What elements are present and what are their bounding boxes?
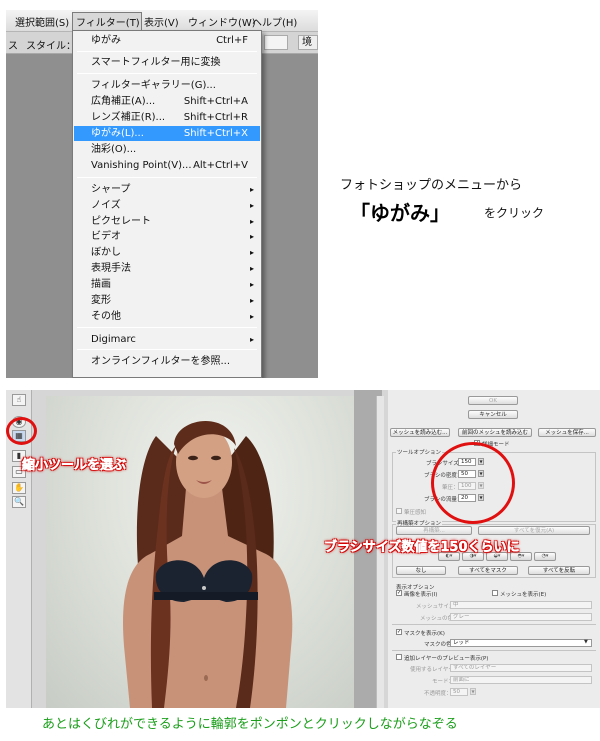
caption-top-line2: 「ゆがみ」 <box>350 201 450 225</box>
caption-top-line2-suffix: をクリック <box>484 206 545 220</box>
show-mesh-label: メッシュを表示(E) <box>500 592 547 598</box>
menu-item-liquify[interactable]: ゆがみ(L)... Shift+Ctrl+X <box>74 126 260 141</box>
menu-separator <box>77 177 257 178</box>
stylus-checkbox[interactable] <box>396 508 402 514</box>
pucker-tool-highlight-circle <box>6 417 37 445</box>
menu-window[interactable]: ウィンドウ(W) <box>188 14 256 29</box>
photoshop-window: 選択範囲(S) フィルター(T) 表示(V) ウィンドウ(W) ヘルプ(H) ス… <box>6 10 318 378</box>
mask-all-button[interactable]: すべてをマスク <box>458 566 518 575</box>
menu-item-vanishing-point[interactable]: Vanishing Point(V)... Alt+Ctrl+V <box>74 158 260 173</box>
menu-separator <box>77 349 257 350</box>
caption-bottom: あとはくびれができるように輪郭をポンポンとクリックしながらなぞる <box>42 717 458 732</box>
menu-item-digimarc[interactable]: Digimarc ▸ <box>74 332 260 347</box>
cancel-button[interactable]: キャンセル <box>468 410 518 419</box>
mask-color-dropdown-icon[interactable]: ▼ <box>584 639 588 645</box>
opacity-dropdown-icon[interactable]: ▼ <box>470 688 476 695</box>
preview-canvas[interactable] <box>46 396 354 708</box>
panel-divider <box>392 624 596 625</box>
menu-help[interactable]: ヘルプ(H) <box>252 14 297 29</box>
options-edge-button[interactable]: 境 <box>298 35 318 50</box>
menu-select[interactable]: 選択範囲(S) <box>15 14 69 29</box>
mesh-color-select[interactable]: グレー <box>450 613 592 621</box>
show-image-label: 画像を表示(I) <box>404 592 438 598</box>
menu-separator <box>77 327 257 328</box>
restore-all-button[interactable]: すべてを復元(A) <box>478 526 590 535</box>
caption-top-line1: フォトショップのメニューから <box>340 178 523 193</box>
annotation-brush-size: ブラシサイズ数値を150くらいに <box>324 540 520 556</box>
menu-item-pixelate[interactable]: ピクセレート ▸ <box>74 214 260 229</box>
options-text-left: ス <box>8 41 18 52</box>
hand-tool-icon[interactable]: ✋ <box>12 482 26 494</box>
forward-warp-tool-icon[interactable]: ☝ <box>12 394 26 406</box>
reconstruct-button[interactable]: 再構築... <box>396 526 472 535</box>
liquify-toolbar: ☝ ◉ ▦ ▮ ▭ ✋ 🔍 <box>6 390 37 708</box>
menu-item-distort[interactable]: 変形 ▸ <box>74 293 260 308</box>
zoom-tool-icon[interactable]: 🔍 <box>12 496 26 508</box>
menu-item-smart-filter[interactable]: スマートフィルター用に変換 <box>74 55 260 70</box>
stylus-label: 筆圧感知 <box>404 510 427 516</box>
opacity-label: 不透明度： <box>424 691 452 697</box>
menu-item-lens-correction[interactable]: レンズ補正(R)... Shift+Ctrl+R <box>74 110 260 125</box>
menu-bar: 選択範囲(S) フィルター(T) 表示(V) ウィンドウ(W) ヘルプ(H) <box>6 10 318 32</box>
menu-filter[interactable]: フィルター(T) <box>76 14 140 29</box>
invert-all-button[interactable]: すべてを反転 <box>528 566 590 575</box>
show-image-checkbox[interactable]: ✓ <box>396 590 402 596</box>
tool-options-title: ツールオプション <box>396 448 443 456</box>
menu-item-render[interactable]: 描画 ▸ <box>74 277 260 292</box>
annotation-select-pucker: 縮小ツールを選ぶ <box>22 458 127 474</box>
ok-button[interactable]: OK <box>468 396 518 405</box>
filter-menu: ゆがみ Ctrl+F スマートフィルター用に変換 フィルターギャラリー(G)...… <box>72 30 262 378</box>
menu-item-blur[interactable]: ぼかし ▸ <box>74 245 260 260</box>
style-label: スタイル： <box>26 41 76 52</box>
show-backdrop-checkbox[interactable] <box>396 654 402 660</box>
mesh-size-select[interactable]: 中 <box>450 601 592 609</box>
use-layer-select[interactable]: すべてのレイヤー <box>450 664 592 672</box>
menu-item-sharpen[interactable]: シャープ ▸ <box>74 182 260 197</box>
menu-item-adaptive-wide-angle[interactable]: 広角補正(A)... Shift+Ctrl+A <box>74 94 260 109</box>
load-last-mesh-button[interactable]: 前回のメッシュを読み込む <box>458 428 532 437</box>
menu-separator <box>77 73 257 74</box>
none-button[interactable]: なし <box>396 566 446 575</box>
brush-options-highlight-circle <box>431 442 515 524</box>
menu-item-filter-gallery[interactable]: フィルターギャラリー(G)... <box>74 78 260 93</box>
woman-photo <box>123 420 293 708</box>
show-mask-checkbox[interactable]: ✓ <box>396 629 402 635</box>
menu-item-other[interactable]: その他 ▸ <box>74 309 260 324</box>
panel-divider <box>392 650 596 651</box>
invert-selection-icon[interactable]: ◔▾ <box>534 552 556 561</box>
menu-view[interactable]: 表示(V) <box>144 14 179 29</box>
mode-select[interactable]: 前面に <box>450 676 592 684</box>
menu-item-stylize[interactable]: 表現手法 ▸ <box>74 261 260 276</box>
save-mesh-button[interactable]: メッシュを保存... <box>538 428 596 437</box>
options-field[interactable] <box>264 35 288 50</box>
menu-item-video[interactable]: ビデオ ▸ <box>74 229 260 244</box>
menu-separator <box>77 51 257 52</box>
show-mesh-checkbox[interactable] <box>492 590 498 596</box>
menu-item-browse-online[interactable]: オンラインフィルターを参照... <box>74 354 260 369</box>
menu-item-last-filter[interactable]: ゆがみ Ctrl+F <box>74 33 260 48</box>
menu-item-oil-paint[interactable]: 油彩(O)... <box>74 142 260 157</box>
show-backdrop-label: 追加レイヤーのプレビュー表示(P) <box>404 656 489 662</box>
opacity-field[interactable]: 50 <box>450 688 468 696</box>
mask-color-select[interactable]: レッド <box>450 639 592 647</box>
load-mesh-button[interactable]: メッシュを読み込む... <box>390 428 450 437</box>
show-mask-label: マスクを表示(K) <box>404 631 445 637</box>
menu-item-noise[interactable]: ノイズ ▸ <box>74 198 260 213</box>
